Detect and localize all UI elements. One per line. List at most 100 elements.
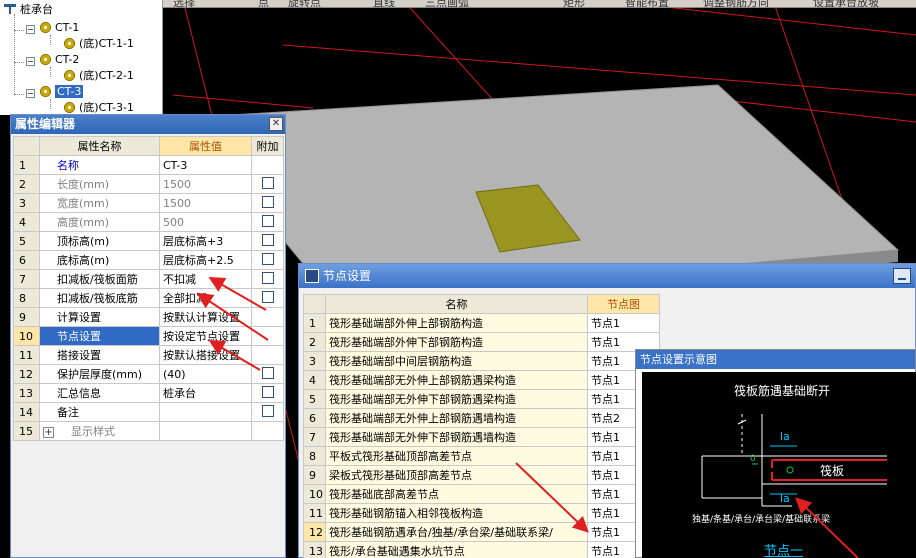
node-name[interactable]: 梁板式筏形基础顶部高差节点	[325, 465, 588, 485]
property-row[interactable]: 12 保护层厚度(mm) (40)	[13, 364, 284, 384]
node-name[interactable]: 筏形基础端部中间层钢筋构造	[325, 351, 588, 371]
tree-group-ct2[interactable]: CT-2	[40, 52, 79, 68]
property-name[interactable]: 底标高(m)	[39, 250, 160, 270]
property-row[interactable]: 6 底标高(m) 层底标高+2.5	[13, 250, 284, 270]
tree-root[interactable]: 桩承台	[3, 2, 53, 18]
extra-checkbox[interactable]	[261, 195, 274, 208]
extra-checkbox[interactable]	[261, 271, 274, 284]
property-row[interactable]: 10 节点设置 按设定节点设置	[13, 326, 284, 346]
extra-checkbox[interactable]	[261, 214, 274, 227]
collapse-icon[interactable]: −	[26, 25, 35, 34]
property-row[interactable]: 11 搭接设置 按默认搭接设置	[13, 345, 284, 365]
expand-icon[interactable]: +	[43, 427, 54, 438]
property-name[interactable]: 顶标高(m)	[39, 231, 160, 251]
property-row[interactable]: 13 汇总信息 桩承台	[13, 383, 284, 403]
tree-group-ct1[interactable]: CT-1	[40, 20, 79, 36]
node-settings-titlebar[interactable]: 节点设置	[299, 264, 915, 288]
extra-checkbox[interactable]	[261, 290, 274, 303]
node-row[interactable]: 1 筏形基础端部外伸上部钢筋构造 节点1	[303, 313, 660, 333]
node-name-label[interactable]: 节点一	[764, 540, 803, 558]
property-value[interactable]: 不扣减	[159, 269, 252, 289]
toolbar-item[interactable]: 点	[258, 0, 269, 7]
node-row[interactable]: 2 筏形基础端部外伸下部钢筋构造 节点1	[303, 332, 660, 352]
property-value[interactable]: 500	[159, 212, 252, 232]
property-value[interactable]: (40)	[159, 364, 252, 384]
node-name[interactable]: 筏形基础端部无外伸下部钢筋遇梁构造	[325, 389, 588, 409]
property-editor-titlebar[interactable]: 属性编辑器 ✕	[11, 115, 285, 134]
collapse-icon[interactable]: −	[26, 89, 35, 98]
node-row[interactable]: 8 平板式筏形基础顶部高差节点 节点1	[303, 446, 660, 466]
node-row[interactable]: 5 筏形基础端部无外伸下部钢筋遇梁构造 节点1	[303, 389, 660, 409]
node-name[interactable]: 筏形基础端部无外伸上部钢筋遇梁构造	[325, 370, 588, 390]
tree-item-ct1-1[interactable]: (底)CT-1-1	[64, 36, 134, 52]
extra-checkbox[interactable]	[261, 404, 274, 417]
collapse-icon[interactable]: −	[26, 57, 35, 66]
node-row[interactable]: 13 筏形/承台基础遇集水坑节点 节点1	[303, 541, 660, 558]
extra-checkbox[interactable]	[261, 252, 274, 265]
property-name[interactable]: 计算设置	[39, 307, 160, 327]
node-row[interactable]: 6 筏形基础端部无外伸上部钢筋遇墙构造 节点2	[303, 408, 660, 428]
node-name[interactable]: 平板式筏形基础顶部高差节点	[325, 446, 588, 466]
toolbar-item[interactable]: 旋转点	[288, 0, 321, 7]
property-name[interactable]: 节点设置	[39, 326, 160, 346]
property-row[interactable]: 9 计算设置 按默认计算设置	[13, 307, 284, 327]
property-value[interactable]: CT-3	[159, 155, 252, 175]
toolbar-item[interactable]: 选择	[173, 0, 195, 7]
property-name[interactable]: 搭接设置	[39, 345, 160, 365]
node-row[interactable]: 7 筏形基础端部无外伸下部钢筋遇墙构造 节点1	[303, 427, 660, 447]
property-value[interactable]: 层底标高+2.5	[159, 250, 252, 270]
node-name[interactable]: 筏形基础端部无外伸下部钢筋遇墙构造	[325, 427, 588, 447]
property-row[interactable]: 4 高度(mm) 500	[13, 212, 284, 232]
property-value[interactable]: 全部扣减	[159, 288, 252, 308]
property-value[interactable]: 按默认计算设置	[159, 307, 252, 327]
node-row[interactable]: 9 梁板式筏形基础顶部高差节点 节点1	[303, 465, 660, 485]
property-name[interactable]: 长度(mm)	[39, 174, 160, 194]
property-value[interactable]: 按设定节点设置	[159, 326, 252, 346]
property-row[interactable]: 3 宽度(mm) 1500	[13, 193, 284, 213]
extra-checkbox[interactable]	[261, 366, 274, 379]
property-value[interactable]	[159, 421, 252, 441]
property-name[interactable]: 汇总信息	[39, 383, 160, 403]
property-name[interactable]: 备注	[39, 402, 160, 422]
extra-checkbox[interactable]	[261, 385, 274, 398]
toolbar-item[interactable]: 矩形	[563, 0, 585, 7]
toolbar-item[interactable]: 智能布置	[625, 0, 669, 7]
property-name[interactable]: 扣减板/筏板底筋	[39, 288, 160, 308]
property-value[interactable]: 1500	[159, 174, 252, 194]
extra-checkbox[interactable]	[261, 176, 274, 189]
property-row[interactable]: 15 + 显示样式	[13, 421, 284, 441]
property-row[interactable]: 14 备注	[13, 402, 284, 422]
node-name[interactable]: 筏形基础端部外伸下部钢筋构造	[325, 332, 588, 352]
property-value[interactable]: 层底标高+3	[159, 231, 252, 251]
property-row[interactable]: 2 长度(mm) 1500	[13, 174, 284, 194]
property-value[interactable]: 按默认搭接设置	[159, 345, 252, 365]
property-row[interactable]: 8 扣减板/筏板底筋 全部扣减	[13, 288, 284, 308]
property-name[interactable]: 保护层厚度(mm)	[39, 364, 160, 384]
node-row[interactable]: 12 筏形基础钢筋遇承台/独基/承台梁/基础联系梁/节点1	[303, 522, 660, 542]
toolbar-item[interactable]: 设置承台放坡	[813, 0, 879, 7]
property-row[interactable]: 1 名称 CT-3	[13, 155, 284, 175]
node-row[interactable]: 10 筏形基础底部高差节点 节点1	[303, 484, 660, 504]
tree-item-ct2-1[interactable]: (底)CT-2-1	[64, 68, 134, 84]
node-row[interactable]: 3 筏形基础端部中间层钢筋构造 节点1	[303, 351, 660, 371]
node-row[interactable]: 4 筏形基础端部无外伸上部钢筋遇梁构造 节点1	[303, 370, 660, 390]
property-row[interactable]: 5 顶标高(m) 层底标高+3	[13, 231, 284, 251]
tree-group-ct3[interactable]: CT-3	[40, 84, 84, 100]
property-row[interactable]: 7 扣减板/筏板面筋 不扣减	[13, 269, 284, 289]
toolbar-item[interactable]: 调整钢筋方向	[703, 0, 769, 7]
property-name[interactable]: 名称	[39, 155, 160, 175]
node-name[interactable]: 筏形基础端部外伸上部钢筋构造	[325, 313, 588, 333]
property-name[interactable]: 扣减板/筏板面筋	[39, 269, 160, 289]
node-name[interactable]: 筏形基础钢筋遇承台/独基/承台梁/基础联系梁/	[325, 522, 588, 542]
property-value[interactable]: 1500	[159, 193, 252, 213]
node-row[interactable]: 11 筏形基础钢筋锚入相邻筏板构造 节点1	[303, 503, 660, 523]
extra-checkbox[interactable]	[261, 233, 274, 246]
toolbar-item[interactable]: 三点画弧	[425, 0, 469, 7]
close-icon[interactable]: ✕	[269, 117, 283, 131]
node-name[interactable]: 筏形基础底部高差节点	[325, 484, 588, 504]
property-name[interactable]: 宽度(mm)	[39, 193, 160, 213]
node-figure-cell[interactable]: 节点1	[587, 313, 660, 333]
node-name[interactable]: 筏形基础钢筋锚入相邻筏板构造	[325, 503, 588, 523]
property-value[interactable]	[159, 402, 252, 422]
property-value[interactable]: 桩承台	[159, 383, 252, 403]
